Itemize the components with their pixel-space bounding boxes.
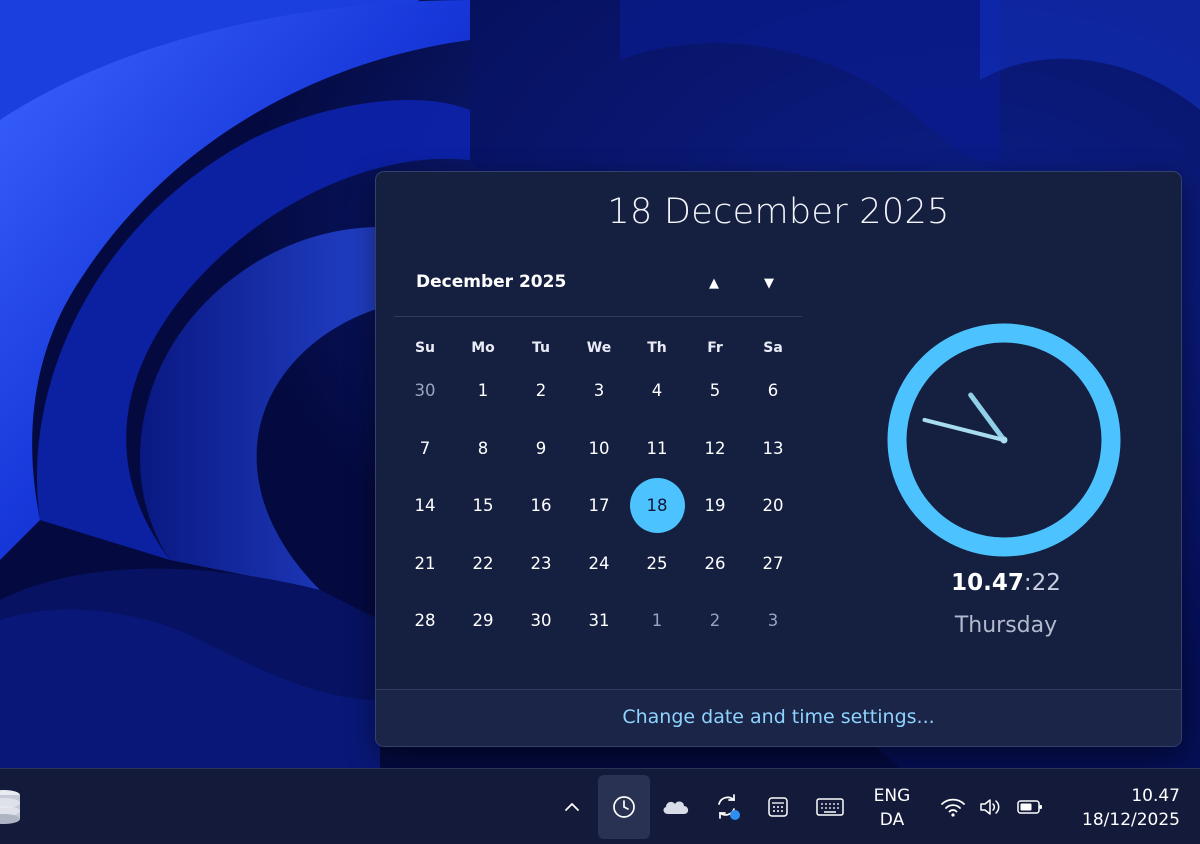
weekday-name: Thursday bbox=[954, 613, 1058, 638]
weekday-label: Tu bbox=[532, 340, 550, 356]
weekday-label: Fr bbox=[707, 340, 723, 356]
battery-button[interactable] bbox=[1012, 769, 1048, 844]
calendar-day-number: 31 bbox=[588, 611, 610, 631]
calendar-day-number: 30 bbox=[530, 611, 552, 631]
calendar-divider bbox=[394, 316, 802, 317]
calendar-day-number: 7 bbox=[419, 438, 431, 458]
calendar-day-number: 19 bbox=[704, 496, 726, 516]
weekday-label: Sa bbox=[763, 340, 783, 356]
calendar-day-number: 17 bbox=[588, 496, 610, 516]
flyout-footer: Change date and time settings... bbox=[376, 689, 1181, 746]
calendar-day-number: 26 bbox=[704, 553, 726, 573]
speaker-icon bbox=[980, 799, 1000, 815]
time-separator: : bbox=[1023, 570, 1032, 596]
calendar-day-number: 5 bbox=[709, 381, 721, 400]
calendar-day-number: 9 bbox=[535, 438, 547, 458]
keyboard-icon bbox=[816, 798, 844, 816]
calendar-day-number: 29 bbox=[472, 611, 494, 631]
change-date-time-settings-link[interactable]: Change date and time settings... bbox=[376, 706, 1181, 728]
touch-keyboard-button[interactable] bbox=[810, 769, 850, 844]
calendar-day-number: 30 bbox=[414, 381, 436, 400]
time-hours-minutes: 10.47 bbox=[951, 570, 1024, 596]
calendar-day[interactable]: 28 bbox=[396, 611, 454, 669]
chevron-down-icon: ▼ bbox=[764, 275, 774, 291]
previous-month-button[interactable]: ▲ bbox=[699, 270, 729, 296]
language-code: ENG bbox=[873, 786, 911, 806]
full-date-heading: 18 December 2025 bbox=[607, 192, 950, 232]
sync-app-button[interactable] bbox=[708, 769, 746, 844]
weekday-label: Th bbox=[647, 340, 667, 356]
calendar-month-label[interactable]: December 2025 bbox=[416, 272, 566, 292]
next-month-button[interactable]: ▼ bbox=[754, 270, 784, 296]
keyboard-layout-code: DA bbox=[879, 810, 905, 830]
taskbar-time: 10.47 bbox=[1131, 786, 1180, 806]
wifi-icon bbox=[941, 798, 965, 817]
calendar-day-number: 10 bbox=[588, 438, 610, 458]
calendar-day-number: 3 bbox=[593, 381, 605, 400]
weekday-header-row: Su Mo Tu We Th Fr Sa bbox=[396, 340, 802, 364]
clock-icon bbox=[613, 796, 635, 818]
calendar-day-grid: 30 1 2 3 4 5 6 7 8 9 10 11 12 13 14 15 16 17 18 19 20 21 22 23 2… bbox=[396, 381, 802, 669]
calendar-day-number: 27 bbox=[762, 553, 784, 573]
taskbar-clock[interactable]: 10.47 18/12/2025 bbox=[1062, 784, 1180, 832]
cloud-icon bbox=[663, 801, 689, 814]
calendar-day[interactable]: 3 bbox=[744, 611, 802, 669]
calendar-day-number: 15 bbox=[472, 496, 494, 516]
calendar-day-number: 6 bbox=[767, 381, 779, 400]
calendar-day[interactable]: 30 bbox=[512, 611, 570, 669]
onedrive-button[interactable] bbox=[657, 769, 695, 844]
calculator-app-button[interactable] bbox=[760, 769, 796, 844]
calendar-day-number: 2 bbox=[535, 381, 547, 400]
calendar-day[interactable]: 29 bbox=[454, 611, 512, 669]
weekday-label: Su bbox=[414, 340, 436, 356]
calculator-icon bbox=[768, 797, 788, 817]
weekday-label: Mo bbox=[471, 340, 495, 356]
chevron-up-icon: ▲ bbox=[709, 275, 719, 291]
clock-center-dot bbox=[1000, 436, 1008, 444]
calendar-day-number: 18 bbox=[629, 478, 685, 534]
chevron-up-icon bbox=[565, 803, 579, 811]
date-time-flyout: 18 December 2025 December 2025 ▲ ▼ Su Mo… bbox=[375, 171, 1182, 747]
calendar-day-number: 3 bbox=[767, 611, 779, 631]
sync-icon bbox=[718, 794, 740, 820]
calendar-day-number: 11 bbox=[646, 438, 668, 458]
calendar-day-number: 2 bbox=[709, 611, 721, 631]
calendar-day-number: 28 bbox=[414, 611, 436, 631]
taskbar: ENG DA 10.47 18/12/2025 bbox=[0, 768, 1200, 844]
calendar-day-number: 16 bbox=[530, 496, 552, 516]
database-icon bbox=[0, 790, 20, 824]
digital-time: 10.47:22 bbox=[906, 570, 1106, 596]
input-language-indicator[interactable]: ENG DA bbox=[862, 784, 922, 832]
weekday-label: We bbox=[586, 340, 612, 356]
analog-clock bbox=[887, 323, 1121, 557]
time-seconds: 22 bbox=[1031, 570, 1061, 596]
calendar-day-number: 20 bbox=[762, 496, 784, 516]
calendar-day-number: 8 bbox=[477, 438, 489, 458]
calendar-day[interactable]: 31 bbox=[570, 611, 628, 669]
calendar-day-number: 1 bbox=[477, 381, 489, 400]
calendar-day-number: 22 bbox=[472, 553, 494, 573]
calendar-day-number: 1 bbox=[651, 611, 663, 631]
taskbar-date: 18/12/2025 bbox=[1082, 810, 1180, 830]
network-button[interactable] bbox=[936, 769, 970, 844]
calendar-day-number: 13 bbox=[762, 438, 784, 458]
calendar-day-number: 21 bbox=[414, 553, 436, 573]
battery-icon bbox=[1017, 800, 1042, 814]
calendar-day-number: 12 bbox=[704, 438, 726, 458]
calendar-day[interactable]: 2 bbox=[686, 611, 744, 669]
show-hidden-icons-button[interactable] bbox=[556, 769, 588, 844]
calendar-day-number: 4 bbox=[651, 381, 663, 400]
volume-button[interactable] bbox=[974, 769, 1008, 844]
calendar-day[interactable]: 1 bbox=[628, 611, 686, 669]
clock-app-tray-button[interactable] bbox=[598, 775, 650, 839]
calendar-day-number: 23 bbox=[530, 553, 552, 573]
database-app-button[interactable] bbox=[0, 769, 26, 844]
calendar-day-number: 14 bbox=[414, 496, 436, 516]
calendar-day-number: 25 bbox=[646, 553, 668, 573]
calendar-day-number: 24 bbox=[588, 553, 610, 573]
